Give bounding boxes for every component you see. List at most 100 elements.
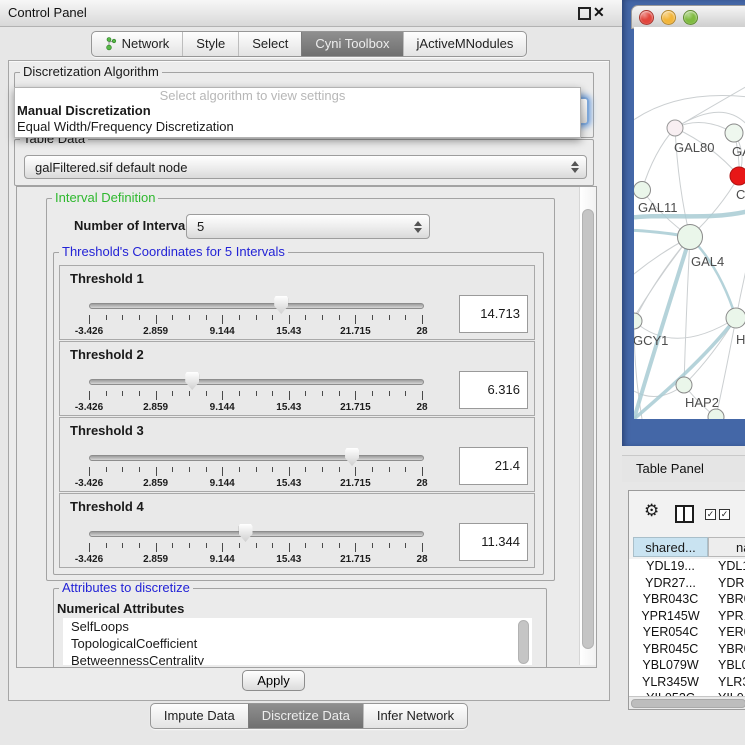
slider-thumb[interactable] bbox=[239, 524, 253, 542]
node-label-GCY1: GCY1 bbox=[634, 333, 668, 348]
slider-track[interactable] bbox=[89, 531, 424, 537]
threshold-slider[interactable]: -3.4262.8599.14415.4321.71528 bbox=[89, 447, 422, 493]
network-node-redsel[interactable] bbox=[730, 167, 745, 185]
settings-scrollpane: Interval Definition Number of Intervals … bbox=[16, 186, 597, 668]
column-header-name[interactable]: na bbox=[708, 537, 745, 557]
top-tab-group: NetworkStyleSelect Cyni Toolbox jActiveMNo… bbox=[91, 31, 528, 57]
cell-name: YDR2 bbox=[718, 576, 745, 590]
list-scrollbar-thumb[interactable] bbox=[518, 620, 529, 664]
attribute-list-item[interactable]: SelfLoops bbox=[63, 618, 532, 635]
threshold-slider[interactable]: -3.4262.8599.14415.4321.71528 bbox=[89, 295, 422, 341]
scrollbar-thumb[interactable] bbox=[631, 699, 745, 708]
network-node-HAP2[interactable] bbox=[676, 377, 692, 393]
threshold-value-field[interactable]: 6.316 bbox=[459, 371, 528, 409]
checkbox-checked-icon[interactable]: ✓ bbox=[719, 509, 730, 520]
slider-track[interactable] bbox=[89, 379, 424, 385]
cell-shared-name: YBL079W bbox=[633, 658, 708, 672]
threshold-slider[interactable]: -3.4262.8599.14415.4321.71528 bbox=[89, 523, 422, 569]
tab-discretize-data[interactable]: Discretize Data bbox=[248, 704, 363, 728]
split-columns-icon[interactable] bbox=[675, 505, 694, 523]
attribute-list-item[interactable]: BetweennessCentrality bbox=[63, 652, 532, 665]
attribute-list-item[interactable]: TopologicalCoefficient bbox=[63, 635, 532, 652]
threshold-label: Threshold 4 bbox=[70, 499, 144, 514]
bottom-tabbar: Impute Data Discretize Data Infer Network bbox=[0, 703, 618, 729]
table-row[interactable]: YLR345WYLR3 bbox=[629, 675, 745, 691]
bottom-tab-group: Impute Data Discretize Data Infer Network bbox=[150, 703, 468, 729]
network-node-GAL11[interactable] bbox=[634, 182, 651, 199]
checkbox-checked-icon[interactable]: ✓ bbox=[705, 509, 716, 520]
slider-track[interactable] bbox=[89, 303, 424, 309]
cell-name: YBL0 bbox=[718, 658, 745, 672]
tab-select[interactable]: Select bbox=[238, 32, 301, 56]
application-root: Control Panel ✕ NetworkStyleSelectCyni T… bbox=[0, 0, 745, 745]
network-edge[interactable] bbox=[642, 128, 675, 190]
table-row[interactable]: YBR043C YBR0 bbox=[629, 592, 745, 608]
table-panel-title: Table Panel bbox=[636, 461, 704, 476]
network-edge[interactable] bbox=[634, 237, 690, 321]
interval-group-title: Interval Definition bbox=[52, 191, 158, 205]
table-row[interactable]: YDL19...YDL1 bbox=[629, 559, 745, 575]
table-row[interactable]: YDR27...YDR2 bbox=[629, 576, 745, 592]
tab-label: Discretize Data bbox=[262, 708, 350, 723]
algorithm-option[interactable]: Select algorithm to view settings bbox=[15, 88, 580, 103]
tab-infer-network[interactable]: Infer Network bbox=[363, 704, 467, 728]
combo-arrows-icon bbox=[409, 221, 427, 233]
network-window-titlebar[interactable] bbox=[631, 5, 745, 29]
close-icon[interactable]: ✕ bbox=[593, 4, 605, 21]
slider-thumb[interactable] bbox=[185, 372, 199, 390]
slider-track[interactable] bbox=[89, 455, 424, 461]
mac-zoom-button[interactable] bbox=[683, 10, 698, 25]
gear-icon[interactable]: ⚙ bbox=[644, 501, 659, 521]
network-node-GAL80[interactable] bbox=[667, 120, 683, 136]
mac-minimize-button[interactable] bbox=[661, 10, 676, 25]
network-node-GAL4[interactable] bbox=[678, 225, 703, 250]
tab-label: Infer Network bbox=[377, 708, 454, 723]
cell-name: YBR0 bbox=[718, 592, 745, 606]
table-header-row: shared...na bbox=[629, 537, 745, 559]
tab-network[interactable]: Network bbox=[92, 32, 183, 56]
tab-impute-data[interactable]: Impute Data bbox=[151, 704, 248, 728]
scrollbar-thumb[interactable] bbox=[582, 209, 594, 649]
float-window-icon[interactable] bbox=[578, 7, 591, 20]
network-edge-thick[interactable] bbox=[690, 237, 736, 318]
horizontal-scrollbar[interactable] bbox=[629, 696, 745, 709]
algorithm-option[interactable]: Manual Discretization bbox=[15, 103, 580, 119]
threshold-panel-1: Threshold 1 -3.4262.8599.14415.4321.71528… bbox=[59, 265, 535, 340]
table-data-combo[interactable]: galFiltered.sif default node bbox=[24, 155, 587, 179]
tab-style[interactable]: Style bbox=[182, 32, 238, 56]
threshold-value-field[interactable]: 14.713 bbox=[459, 295, 528, 333]
slider-thumb[interactable] bbox=[345, 448, 359, 466]
network-node-node9[interactable] bbox=[708, 409, 724, 419]
table-row[interactable]: YPR145WYPR1 bbox=[629, 609, 745, 625]
threshold-value-field[interactable]: 11.344 bbox=[459, 523, 528, 561]
cell-name: YPR1 bbox=[718, 609, 745, 623]
node-label-redsel: C bbox=[736, 187, 745, 202]
threshold-slider[interactable]: -3.4262.8599.14415.4321.71528 bbox=[89, 371, 422, 417]
cell-shared-name: YBR043C bbox=[633, 592, 708, 606]
threshold-label: Threshold 1 bbox=[70, 271, 144, 286]
threshold-value-field[interactable]: 21.4 bbox=[459, 447, 528, 485]
tab-cyni-toolbox[interactable]: Cyni Toolbox bbox=[301, 32, 402, 56]
network-view-canvas[interactable]: GAL80GACGAL11GAL4GCY1HHAP2 bbox=[634, 27, 745, 419]
cell-shared-name: YBR045C bbox=[633, 642, 708, 656]
column-header-shared-name[interactable]: shared... bbox=[633, 537, 708, 557]
node-table: ⚙ ✓ ✓ shared...na YDL19...YDL1YDR27...YD… bbox=[628, 490, 745, 710]
threshold-label: Threshold 2 bbox=[70, 347, 144, 362]
network-graph: GAL80GACGAL11GAL4GCY1HHAP2 bbox=[634, 27, 745, 419]
tab-label: Cyni Toolbox bbox=[315, 36, 389, 51]
table-row[interactable]: YER054CYER0 bbox=[629, 625, 745, 641]
tab-jactivemnodules[interactable]: jActiveMNodules bbox=[403, 32, 527, 56]
apply-button[interactable]: Apply bbox=[242, 670, 305, 691]
network-node-GA[interactable] bbox=[725, 124, 743, 142]
network-icon bbox=[105, 37, 117, 51]
number-of-intervals-combo[interactable]: 5 bbox=[186, 214, 430, 239]
table-row[interactable]: YBL079W YBL0 bbox=[629, 658, 745, 674]
vertical-scrollbar[interactable] bbox=[579, 187, 596, 665]
slider-thumb[interactable] bbox=[274, 296, 288, 314]
algorithm-option[interactable]: Equal Width/Frequency Discretization bbox=[15, 119, 580, 135]
node-label-GAL4: GAL4 bbox=[691, 254, 724, 269]
network-node-H[interactable] bbox=[726, 308, 745, 328]
network-edge[interactable] bbox=[634, 237, 690, 327]
mac-close-button[interactable] bbox=[639, 10, 654, 25]
table-row[interactable]: YBR045CYBR0 bbox=[629, 642, 745, 658]
